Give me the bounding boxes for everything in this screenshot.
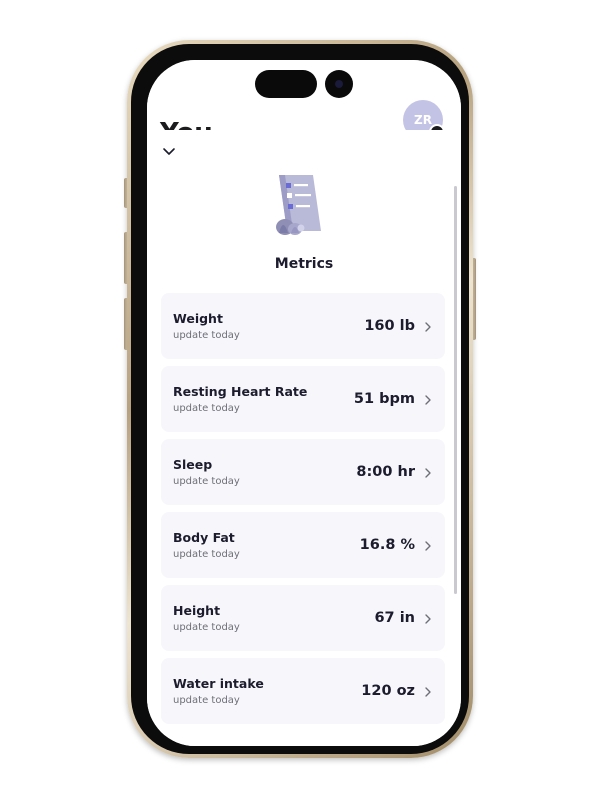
metric-water-intake[interactable]: Water intake update today 120 oz	[161, 658, 445, 724]
phone-frame: You ZR	[127, 40, 473, 758]
chevron-right-icon[interactable]	[423, 540, 433, 552]
metric-subtitle: update today	[173, 695, 240, 706]
chevron-right-icon[interactable]	[423, 394, 433, 406]
scrollbar[interactable]	[454, 186, 457, 594]
metric-name: Body Fat	[173, 530, 235, 545]
metric-subtitle: update today	[173, 549, 240, 560]
metric-value: 160 lb	[364, 318, 415, 334]
metric-name: Water intake	[173, 676, 264, 691]
metric-weight[interactable]: Weight update today 160 lb	[161, 293, 445, 359]
chevron-right-icon[interactable]	[423, 686, 433, 698]
avatar-initials: ZR	[414, 113, 432, 127]
dynamic-island	[255, 70, 317, 98]
metric-name: Weight	[173, 311, 223, 326]
metric-value: 8:00 hr	[356, 464, 415, 480]
metric-subtitle: update today	[173, 330, 240, 341]
clipboard-list-illustration	[276, 175, 321, 235]
metric-subtitle: update today	[173, 476, 240, 487]
metric-body-fat[interactable]: Body Fat update today 16.8 %	[161, 512, 445, 578]
chevron-right-icon[interactable]	[423, 321, 433, 333]
metric-name: Resting Heart Rate	[173, 384, 308, 399]
chevron-right-icon[interactable]	[423, 467, 433, 479]
device-mockup: You ZR	[0, 0, 600, 800]
front-camera	[325, 70, 353, 98]
sheet-title: Metrics	[274, 256, 334, 272]
metric-list: Weight update today 160 lb Resting Heart…	[161, 293, 445, 731]
metric-value: 120 oz	[361, 683, 415, 699]
metric-sleep[interactable]: Sleep update today 8:00 hr	[161, 439, 445, 505]
metric-name: Sleep	[173, 457, 213, 472]
metric-value: 67 in	[374, 610, 415, 626]
metric-subtitle: update today	[173, 403, 240, 414]
chevron-right-icon[interactable]	[423, 613, 433, 625]
phone-screen: You ZR	[147, 60, 461, 746]
metrics-sheet: Metrics Weight update today 160 lb Resti…	[147, 130, 461, 746]
metric-resting-heart-rate[interactable]: Resting Heart Rate update today 51 bpm	[161, 366, 445, 432]
metric-value: 16.8 %	[359, 537, 415, 553]
metric-height[interactable]: Height update today 67 in	[161, 585, 445, 651]
phone-bezel: You ZR	[131, 44, 469, 754]
metric-value: 51 bpm	[353, 391, 415, 407]
metric-name: Height	[173, 603, 221, 618]
chevron-down-icon[interactable]	[161, 144, 177, 160]
metric-subtitle: update today	[173, 622, 240, 633]
